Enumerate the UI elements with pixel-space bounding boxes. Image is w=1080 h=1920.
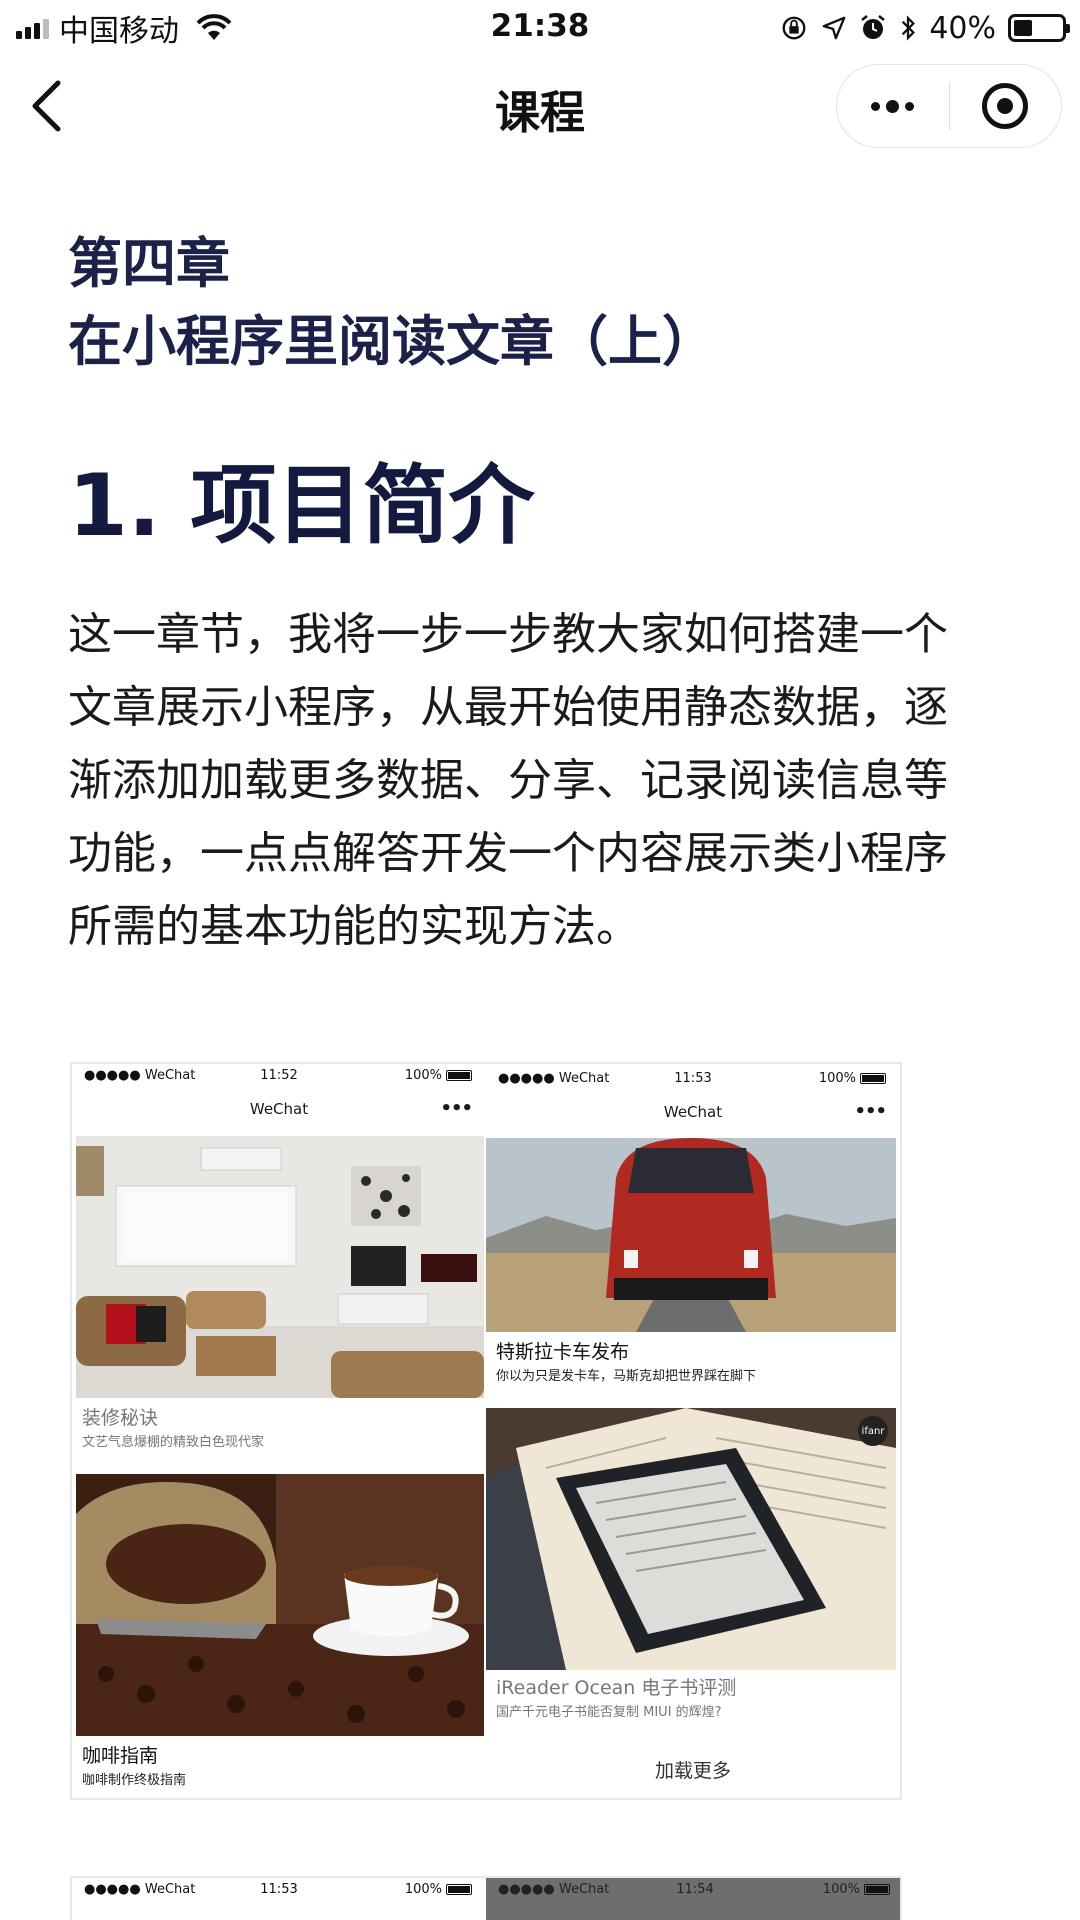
mini-battery-percent: 100% — [404, 1068, 442, 1083]
ifanr-logo: ifanr — [858, 1416, 888, 1446]
chapter-title: 在小程序里阅读文章（上） — [68, 310, 716, 373]
article-screenshot-image: ●●●●● WeChat 11:52 100% WeChat ••• 装修秘诀 … — [70, 1062, 902, 1800]
section-heading: 1. 项目简介 — [68, 456, 535, 556]
tesla-truck-photo — [486, 1138, 896, 1332]
chapter-label: 第四章 — [68, 232, 230, 295]
mini-battery-percent: 100% — [822, 1882, 860, 1897]
rotation-lock-icon — [782, 16, 806, 40]
article-screenshot-image-2: ●●●●● WeChat 11:53 100% ●●●●● WeChat 11:… — [70, 1876, 902, 1920]
mini-battery-icon — [446, 1070, 472, 1081]
mini-status-bar: ●●●●● WeChat 11:53 100% — [486, 1067, 900, 1091]
card-title: 装修秘诀 — [82, 1407, 159, 1429]
mini-more-icon: ••• — [440, 1098, 473, 1119]
dimmed-phone-screen: ●●●●● WeChat 11:54 100% — [486, 1878, 900, 1920]
mini-battery-percent: 100% — [818, 1071, 856, 1086]
navigation-bar: 课程 — [0, 60, 1080, 150]
more-dots-icon — [871, 99, 915, 113]
miniprogram-capsule — [836, 64, 1062, 148]
card-title: 咖啡指南 — [82, 1745, 159, 1767]
card-title: 特斯拉卡车发布 — [496, 1341, 630, 1363]
mini-nav-title: WeChat — [249, 1100, 309, 1118]
mini-more-icon: ••• — [854, 1101, 887, 1122]
more-button[interactable] — [837, 65, 949, 147]
card-title: iReader Ocean 电子书评测 — [496, 1677, 737, 1699]
battery-icon — [1008, 14, 1070, 42]
phone-screen-left: ●●●●● WeChat 11:52 100% WeChat ••• 装修秘诀 … — [72, 1064, 486, 1798]
mini-battery-icon — [864, 1884, 890, 1895]
body-paragraph: 这一章节，我将一步一步教大家如何搭建一个文章展示小程序，从最开始使用静态数据，逐… — [68, 609, 948, 952]
mini-battery-percent: 100% — [404, 1882, 442, 1897]
mini-status-bar: ●●●●● WeChat 11:52 100% — [72, 1064, 486, 1088]
card-subtitle: 咖啡制作终极指南 — [82, 1773, 187, 1788]
mini-status-bar: ●●●●● WeChat 11:54 100% — [486, 1878, 900, 1902]
phone-screen-right: ●●●●● WeChat 11:53 100% WeChat ••• 特斯拉卡车… — [486, 1064, 900, 1798]
load-more-button: 加载更多 — [654, 1760, 731, 1782]
mini-battery-icon — [446, 1884, 472, 1895]
ereader-photo: ifanr — [486, 1408, 896, 1670]
card-subtitle: 文艺气息爆棚的精致白色现代家 — [82, 1435, 265, 1450]
mini-nav-bar: WeChat ••• — [72, 1098, 486, 1128]
mini-nav-title: WeChat — [663, 1103, 723, 1121]
mini-nav-bar: WeChat ••• — [486, 1101, 900, 1131]
card-subtitle: 你以为只是发卡车，马斯克却把世界踩在脚下 — [496, 1369, 757, 1384]
alarm-icon — [861, 15, 886, 39]
bluetooth-icon — [902, 15, 916, 41]
living-room-photo — [76, 1136, 484, 1398]
status-bar: 中国移动 21:38 40% — [0, 0, 1080, 56]
location-icon — [822, 16, 846, 40]
battery-percent: 40% — [929, 10, 996, 46]
mini-status-bar: ●●●●● WeChat 11:53 100% — [72, 1878, 486, 1902]
target-icon — [982, 83, 1029, 129]
coffee-photo — [76, 1474, 484, 1736]
close-miniprogram-button[interactable] — [950, 65, 1062, 147]
mini-battery-icon — [860, 1073, 886, 1084]
card-subtitle: 国产千元电子书能否复制 MIUI 的辉煌? — [496, 1705, 722, 1720]
